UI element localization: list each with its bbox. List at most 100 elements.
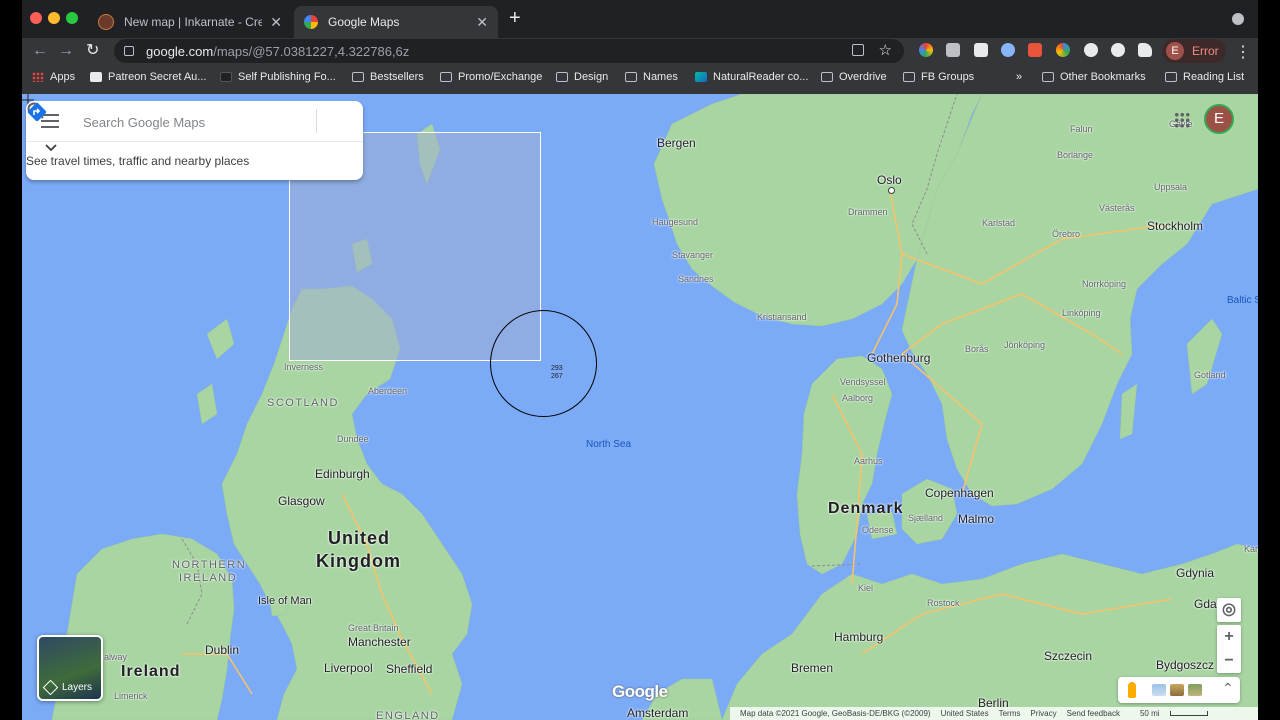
new-tab-button[interactable]: + [509,8,521,28]
globe-extension-icon[interactable] [1001,43,1015,57]
install-app-icon[interactable] [852,44,864,56]
bookmark-label: Other Bookmarks [1060,71,1146,83]
folder-icon [556,72,568,82]
cloud-extension-icon[interactable] [1084,43,1098,57]
bookmarks-overflow-button[interactable]: » [1016,71,1022,83]
close-tab-icon[interactable]: ✕ [476,14,488,31]
bookmark-label: Self Publishing Fo... [238,71,336,83]
contrast-extension-icon[interactable] [1111,43,1125,57]
extensions-puzzle-icon[interactable] [1138,43,1152,57]
cursor-x: 293 [551,365,563,372]
imagery-thumb-1-icon[interactable] [1152,684,1166,696]
close-tab-icon[interactable]: ✕ [270,14,282,31]
maximize-window-button[interactable] [66,12,78,24]
notes-extension-icon[interactable] [974,43,988,57]
bookmark-label: Reading List [1183,71,1245,83]
bookmark-label: Bestsellers [370,71,424,83]
zoom-in-button[interactable]: + [1217,625,1241,649]
forward-icon[interactable]: → [58,41,74,61]
reload-icon[interactable]: ↻ [86,41,99,61]
privacy-link[interactable]: Privacy [1030,709,1056,718]
page-icon [220,72,232,82]
account-avatar[interactable]: E [1204,104,1234,134]
bookmark-label: FB Groups [921,71,975,83]
url-path: /maps/@57.0381227,4.322786,6z [213,43,410,59]
pegman-icon[interactable] [1128,682,1136,698]
map-label-united: United [328,528,390,548]
profile-avatar: E [1166,42,1184,60]
camera-extension-icon[interactable] [946,43,960,57]
bookmark-star-icon[interactable]: ☆ [879,41,892,59]
folder-icon [1042,72,1054,82]
map-label-kristiansand: Kristiansand [757,312,807,322]
map-label-vendsyssel: Vendsyssel [840,377,886,387]
cursor-coordinates: 293 267 [551,365,563,381]
color-extension-icon[interactable] [919,43,933,57]
layers-label: Layers [62,682,93,693]
map-label-north-sea: North Sea [586,439,632,450]
map-label-boras: Borås [965,344,989,354]
bookmark-overdrive[interactable]: Overdrive [821,71,887,83]
map-label-malmo: Malmo [958,512,995,526]
google-apps-icon[interactable] [1174,112,1190,128]
bookmark-label: NaturalReader co... [713,71,809,83]
bookmark-bestsellers[interactable]: Bestsellers [352,71,424,83]
bookmark-names[interactable]: Names [625,71,678,83]
tab-google-maps[interactable]: Google Maps ✕ [294,6,498,38]
close-window-button[interactable] [30,12,42,24]
directions-icon[interactable] [26,101,48,123]
map-label-stockholm: Stockholm [1147,219,1204,233]
tab-search-icon[interactable] [1232,13,1244,25]
map-label-liverpool: Liverpool [324,661,373,675]
browser-menu-icon[interactable]: ⋮ [1235,42,1251,62]
expand-chevron-icon[interactable]: ⌃ [1222,680,1234,697]
minimize-window-button[interactable] [48,12,60,24]
inkarnate-favicon-icon [98,14,114,30]
bookmark-fb-groups[interactable]: FB Groups [903,71,974,83]
map-label-hamburg: Hamburg [834,630,884,644]
imagery-thumb-2-icon[interactable] [1170,684,1184,696]
map-canvas[interactable]: Bergen Oslo Falun Gävle Borlänge Uppsala… [22,94,1258,720]
bookmark-apps[interactable]: Apps [32,71,75,83]
map-label-haugesund: Haugesund [652,217,699,227]
layers-icon [42,679,59,696]
bookmark-promo-exchange[interactable]: Promo/Exchange [440,71,542,83]
map-label-great-britain: Great Britain [348,623,399,633]
back-icon[interactable]: ← [32,41,48,61]
my-location-button[interactable]: ◎ [1217,598,1241,622]
search-input[interactable] [81,111,275,133]
reading-list-icon [1165,72,1177,82]
bookmark-naturalreader[interactable]: NaturalReader co... [695,71,808,83]
map-data-attribution: Map data ©2021 Google, GeoBasis-DE/BKG (… [740,709,931,718]
folder-icon [440,72,452,82]
bookmark-patreon[interactable]: Patreon Secret Au... [90,71,206,83]
tab-inkarnate[interactable]: New map | Inkarnate - Create Fantasy Map… [88,6,292,38]
map-label-scotland: SCOTLAND [267,397,339,409]
map-label-limerick: Limerick [114,691,148,701]
region-link[interactable]: United States [941,709,989,718]
other-bookmarks[interactable]: Other Bookmarks [1042,71,1146,83]
map-label-amsterdam: Amsterdam [627,706,689,720]
bookmark-design[interactable]: Design [556,71,608,83]
bookmark-self-publishing[interactable]: Self Publishing Fo... [220,71,336,83]
reading-list[interactable]: Reading List [1165,71,1244,83]
terms-link[interactable]: Terms [999,709,1021,718]
map-label-northern-ireland: IRELAND [179,572,238,584]
travel-times-row[interactable]: See travel times, traffic and nearby pla… [26,141,363,180]
map-label-aalborg: Aalborg [842,393,874,403]
map-label-inverness: Inverness [284,362,324,372]
scale-indicator[interactable]: 50 mi [1130,709,1208,718]
imagery-thumb-3-icon[interactable] [1188,684,1202,696]
red-extension-icon[interactable] [1028,43,1042,57]
send-feedback-link[interactable]: Send feedback [1067,709,1120,718]
google-extension-icon[interactable] [1056,43,1070,57]
map-label-drammen: Drammen [848,207,888,217]
layers-button[interactable]: Layers [37,635,103,701]
city-marker-icon [888,187,895,194]
divider [316,109,317,133]
profile-error-button[interactable]: E Error [1162,39,1226,63]
zoom-out-button[interactable]: − [1217,649,1241,673]
map-label-uppsala: Uppsala [1154,182,1188,192]
map-label-orebro: Örebro [1052,229,1081,239]
address-bar[interactable]: google.com/maps/@57.0381227,4.322786,6z … [114,39,904,63]
